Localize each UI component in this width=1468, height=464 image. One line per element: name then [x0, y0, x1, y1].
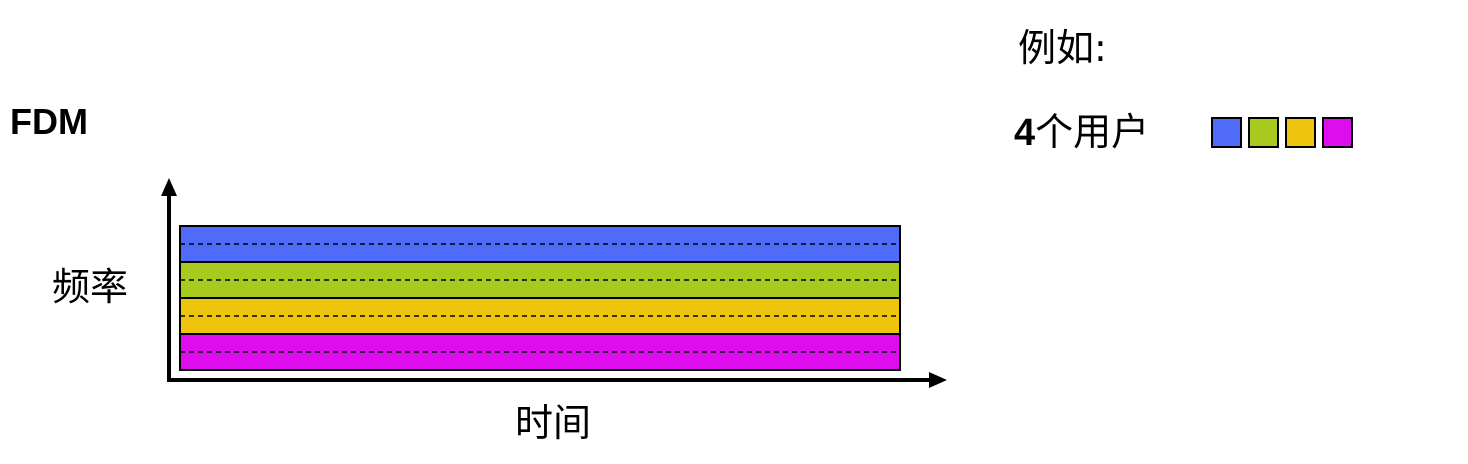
y-axis-arrowhead: [161, 178, 177, 196]
fdm-diagram: [161, 178, 947, 388]
x-axis-arrowhead: [929, 372, 947, 388]
y-axis-label: 频率: [52, 265, 129, 309]
frequency-bands: [179, 225, 901, 371]
x-axis-label: 时间: [515, 401, 592, 445]
